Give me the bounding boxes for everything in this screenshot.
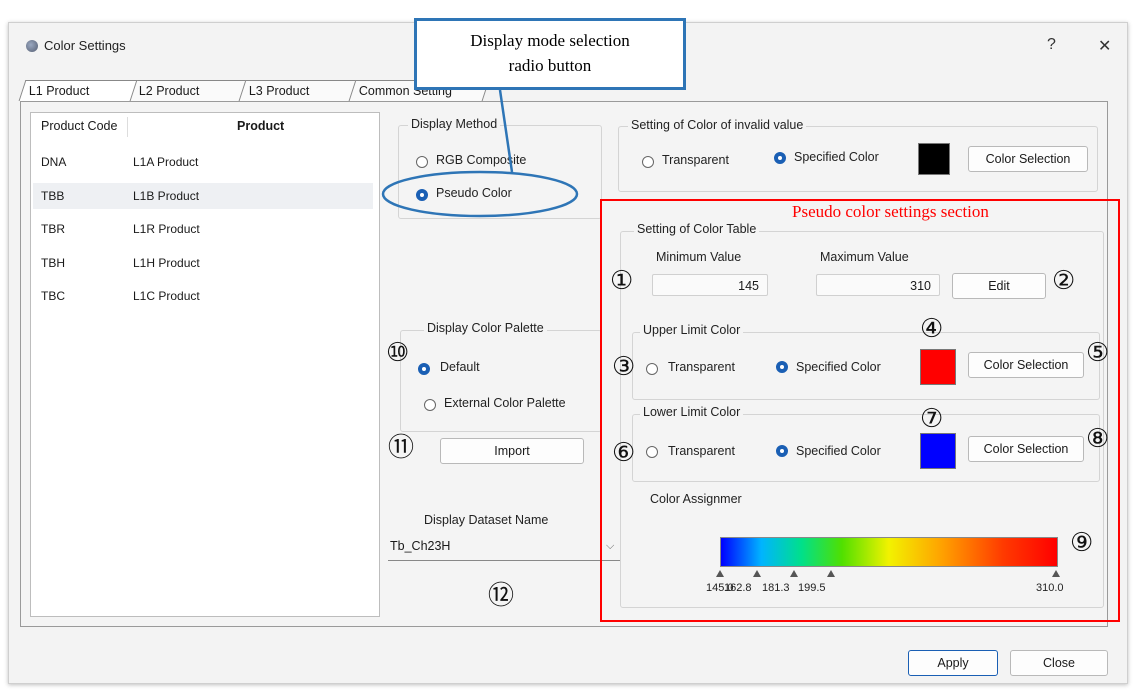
callout-pointer (381, 89, 579, 218)
marker-10: ⑩ (386, 338, 410, 368)
callout-box: Display mode selection radio button (414, 18, 686, 90)
marker-5: ⑤ (1086, 338, 1110, 368)
marker-8: ⑧ (1086, 424, 1110, 454)
marker-9: ⑨ (1070, 528, 1094, 558)
marker-1: ① (610, 266, 634, 296)
marker-4: ④ (920, 314, 944, 344)
tab-l1-product[interactable]: L1 Product (18, 80, 138, 101)
tick-label: 181.3 (762, 582, 790, 594)
tick-label: 162.8 (724, 582, 752, 594)
marker-12: ⑫ (488, 581, 515, 611)
tick-marker[interactable] (1052, 570, 1060, 577)
tick-marker[interactable] (716, 570, 724, 577)
marker-3: ③ (612, 352, 636, 382)
tick-label: 310.0 (1036, 582, 1064, 594)
tick-marker[interactable] (752, 570, 761, 577)
marker-2: ② (1052, 266, 1076, 296)
tick-label: 199.5 (798, 582, 826, 594)
marker-11: ⑪ (388, 433, 415, 463)
marker-6: ⑥ (612, 438, 636, 468)
tick-marker[interactable] (826, 570, 835, 577)
tick-marker[interactable] (789, 570, 798, 577)
callout-line-2: radio button (508, 56, 592, 75)
marker-7: ⑦ (920, 404, 944, 434)
callout-line-1: Display mode selection (470, 31, 630, 50)
